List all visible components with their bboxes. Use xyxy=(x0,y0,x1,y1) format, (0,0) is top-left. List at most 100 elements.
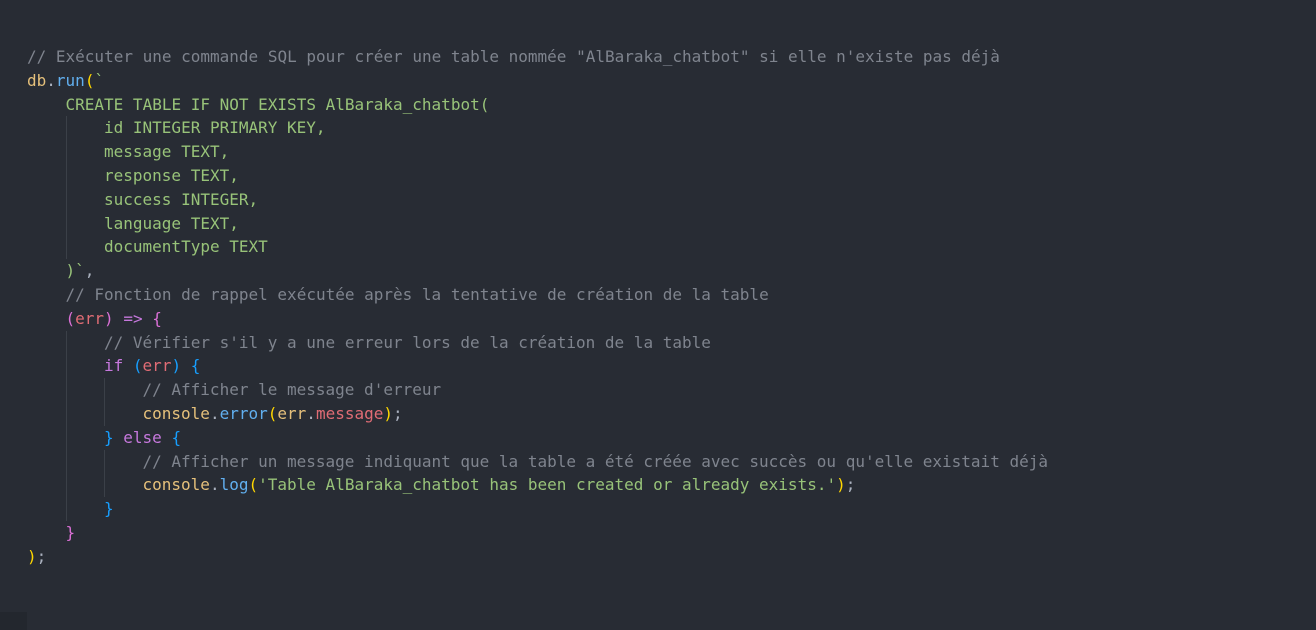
code-token-keyword: else xyxy=(123,427,162,447)
code-line[interactable]: id INTEGER PRIMARY KEY, xyxy=(27,116,1048,141)
code-line[interactable]: // Afficher un message indiquant que la … xyxy=(27,449,1048,474)
indent-guide xyxy=(65,425,105,450)
code-token-string: success INTEGER, xyxy=(104,189,259,209)
code-token-comment: // Fonction de rappel exécutée après la … xyxy=(65,284,769,304)
code-token-brace-y: ) xyxy=(27,546,37,566)
code-token-obj: console xyxy=(142,403,210,423)
code-token-brace2: } xyxy=(104,427,114,447)
code-token-string: ` xyxy=(94,70,105,90)
code-line[interactable]: response TEXT, xyxy=(27,163,1048,188)
code-token-obj: db xyxy=(27,70,47,90)
indent-guide xyxy=(65,449,105,474)
code-token-obj: console xyxy=(142,475,210,495)
indent-guide xyxy=(65,330,105,355)
code-line[interactable]: db.run(` xyxy=(27,69,1048,93)
code-token-plain: ; xyxy=(36,546,47,566)
code-line[interactable]: CREATE TABLE IF NOT EXISTS AlBaraka_chat… xyxy=(27,93,1048,117)
code-token-obj: err xyxy=(277,403,307,423)
code-token-brace2: } xyxy=(104,499,114,519)
code-token-string: )` xyxy=(65,261,85,281)
code-line[interactable]: // Afficher le message d'erreur xyxy=(27,378,1048,402)
code-token-brace1: ( xyxy=(65,308,76,328)
indent-guide xyxy=(65,473,105,498)
code-line[interactable]: language TEXT, xyxy=(27,211,1048,236)
code-token-brace-y: ( xyxy=(267,403,278,423)
indent-guide xyxy=(65,401,105,426)
indent-guide xyxy=(65,235,105,260)
indent-guide xyxy=(65,497,105,521)
code-line[interactable]: message TEXT, xyxy=(27,140,1048,164)
code-token-string: CREATE TABLE IF NOT EXISTS AlBaraka_chat… xyxy=(65,94,490,114)
code-line[interactable]: console.log('Table AlBaraka_chatbot has … xyxy=(27,473,1048,498)
code-token-param: err xyxy=(142,356,172,376)
code-line[interactable]: if (err) { xyxy=(27,354,1048,379)
code-editor[interactable]: // Exécuter une commande SQL pour créer … xyxy=(0,0,1316,630)
code-token-param: message xyxy=(315,403,384,423)
code-line[interactable]: // Vérifier s'il y a une erreur lors de … xyxy=(27,330,1048,355)
code-token-string: response TEXT, xyxy=(104,165,239,185)
code-block[interactable]: // Exécuter une commande SQL pour créer … xyxy=(27,45,1048,569)
code-token-brace2: { xyxy=(171,427,182,447)
code-token-brace2: ( xyxy=(132,356,143,376)
code-token-plain: ; xyxy=(393,403,403,423)
code-token-brace-y: ( xyxy=(84,70,95,90)
code-line[interactable]: ); xyxy=(27,545,1048,569)
code-token-string: documentType TEXT xyxy=(104,237,268,257)
code-token-comment: // Afficher le message d'erreur xyxy=(142,380,442,400)
code-token-brace1: { xyxy=(152,308,162,328)
code-line[interactable]: (err) => { xyxy=(27,307,1048,331)
code-token-func: error xyxy=(219,403,268,423)
indent-guide xyxy=(104,449,143,474)
code-token-param: err xyxy=(75,308,105,328)
code-token-brace-y: ) xyxy=(836,475,846,495)
code-token-plain: , xyxy=(84,261,95,281)
code-token-comment: // Afficher un message indiquant que la … xyxy=(142,451,1048,471)
code-line[interactable]: documentType TEXT xyxy=(27,235,1048,260)
code-token-brace2: ) xyxy=(171,356,182,376)
code-line[interactable]: )`, xyxy=(27,259,1048,283)
code-token-string: 'Table AlBaraka_chatbot has been created… xyxy=(258,475,837,495)
indent-guide xyxy=(65,378,105,402)
code-line[interactable]: } xyxy=(27,521,1048,545)
code-token-plain: . xyxy=(46,70,56,90)
gutter-strip xyxy=(0,612,27,630)
code-token-brace-y: ) xyxy=(383,403,394,423)
code-token-brace2: { xyxy=(190,356,201,376)
code-token-plain: . xyxy=(306,403,316,423)
code-line[interactable]: } else { xyxy=(27,425,1048,450)
code-line[interactable]: } xyxy=(27,497,1048,521)
code-line[interactable]: success INTEGER, xyxy=(27,187,1048,212)
code-token-keyword: => xyxy=(123,308,143,328)
code-token-string: id INTEGER PRIMARY KEY, xyxy=(104,118,326,138)
code-token-brace1: ) xyxy=(104,308,114,328)
indent-guide xyxy=(104,378,143,402)
code-line[interactable]: // Fonction de rappel exécutée après la … xyxy=(27,283,1048,307)
indent-guide xyxy=(65,140,105,164)
code-token-plain: . xyxy=(209,475,220,495)
indent-guide xyxy=(65,187,105,212)
code-line[interactable]: console.error(err.message); xyxy=(27,401,1048,426)
code-line[interactable]: // Exécuter une commande SQL pour créer … xyxy=(27,45,1048,69)
code-token-string: message TEXT, xyxy=(104,142,230,162)
